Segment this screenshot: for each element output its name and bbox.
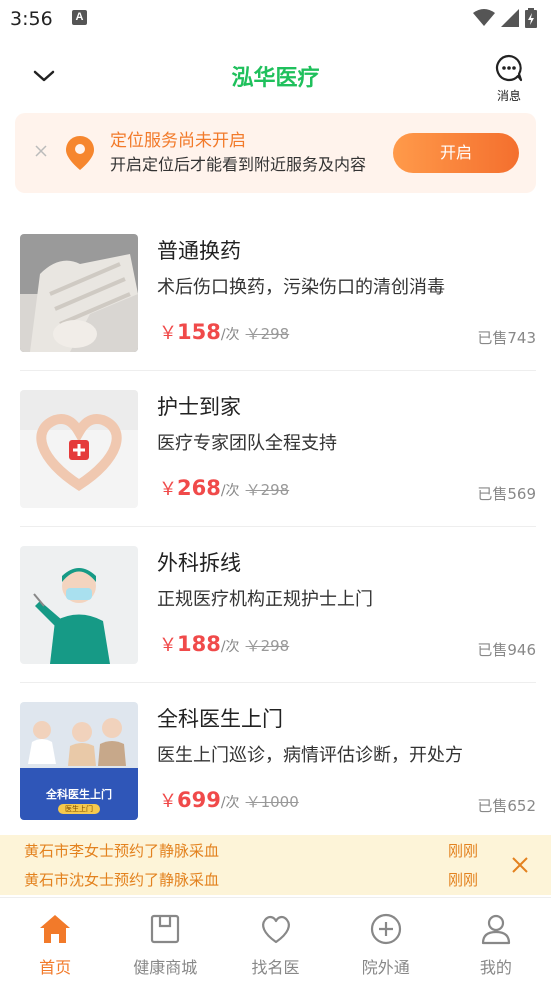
service-title: 全科医生上门 [157, 707, 283, 731]
service-desc: 正规医疗机构正规护士上门 [157, 589, 373, 610]
service-item[interactable]: 普通换药 术后伤口换药，污染伤口的清创消毒 ￥158/次 ￥298 已售743 [20, 215, 536, 371]
original-price: ￥298 [245, 637, 290, 655]
original-price: ￥298 [245, 325, 290, 343]
notice-text: 黄石市沈女士预约了静脉采血 [24, 871, 220, 889]
plus-circle-icon [370, 913, 401, 945]
image-badge: 医生上门 [58, 804, 100, 814]
service-desc: 医疗专家团队全程支持 [157, 433, 337, 454]
home-icon [40, 915, 71, 943]
nurse-photo [20, 546, 138, 664]
location-banner: 定位服务尚未开启 开启定位后才能看到附近服务及内容 开启 [15, 113, 536, 193]
battery-icon [525, 8, 537, 28]
price-unit: /次 [220, 327, 240, 343]
status-time: 3:56 [10, 8, 53, 30]
currency-symbol: ￥ [159, 635, 177, 656]
signal-icon [501, 9, 519, 27]
close-icon[interactable] [33, 143, 49, 159]
price-unit: /次 [220, 795, 240, 811]
notice-time: 刚刚 [448, 871, 479, 889]
currency-symbol: ￥ [159, 323, 177, 344]
service-item[interactable]: 外科拆线 正规医疗机构正规护士上门 ￥188/次 ￥298 已售946 [20, 527, 536, 683]
message-button[interactable]: 消息 [487, 54, 531, 104]
tab-label: 首页 [39, 958, 72, 977]
bandage-photo [20, 234, 138, 352]
status-bar: 3:56 A [0, 0, 551, 38]
price-unit: /次 [220, 483, 240, 499]
notification-icon: A [72, 10, 87, 25]
location-banner-subtitle: 开启定位后才能看到附近服务及内容 [110, 155, 367, 174]
booking-notice-bar: 黄石市李女士预约了静脉采血 刚刚 黄石市沈女士预约了静脉采血 刚刚 [0, 835, 551, 895]
service-price: ￥699/次 ￥1000 [159, 787, 299, 813]
close-icon[interactable] [510, 855, 530, 875]
currency-symbol: ￥ [159, 791, 177, 812]
sold-count: 已售743 [477, 329, 536, 347]
heart-icon [261, 915, 290, 944]
enable-location-button[interactable]: 开启 [393, 133, 519, 173]
tab-label: 找名医 [251, 958, 300, 977]
location-banner-title: 定位服务尚未开启 [110, 131, 246, 151]
price-value: 268 [177, 476, 221, 500]
service-price: ￥188/次 ￥298 [159, 631, 289, 657]
service-list: 普通换药 术后伤口换药，污染伤口的清创消毒 ￥158/次 ￥298 已售743 护… [20, 215, 536, 839]
tab-label: 院外通 [361, 958, 410, 977]
price-value: 188 [177, 632, 221, 656]
message-label: 消息 [496, 89, 521, 103]
page-title: 泓华医疗 [231, 66, 320, 91]
original-price: ￥298 [245, 481, 290, 499]
tab-shop[interactable]: 健康商城 [110, 898, 220, 981]
service-title: 普通换药 [157, 239, 241, 263]
service-item[interactable]: 全科医生上门 医生上门 全科医生上门 医生上门巡诊，病情评估诊断，开处方 ￥69… [20, 683, 536, 839]
notice-text: 黄石市李女士预约了静脉采血 [24, 842, 220, 860]
service-price: ￥268/次 ￥298 [159, 475, 289, 501]
status-icons [473, 8, 537, 28]
doctor-visit-photo: 全科医生上门 医生上门 [20, 702, 138, 820]
shop-icon [151, 914, 180, 944]
location-pin-icon [66, 136, 94, 170]
service-price: ￥158/次 ￥298 [159, 319, 289, 345]
image-caption: 全科医生上门 [46, 788, 112, 801]
sold-count: 已售569 [477, 485, 536, 503]
price-value: 699 [177, 788, 221, 812]
wifi-icon [473, 9, 495, 26]
price-value: 158 [177, 320, 221, 344]
heart-hands-photo [20, 390, 138, 508]
notice-time: 刚刚 [448, 842, 479, 860]
tab-label: 健康商城 [133, 958, 198, 977]
tab-profile[interactable]: 我的 [441, 898, 551, 981]
service-title: 护士到家 [157, 395, 241, 419]
chat-icon [495, 54, 523, 82]
tab-label: 我的 [479, 958, 512, 977]
currency-symbol: ￥ [159, 479, 177, 500]
tab-home[interactable]: 首页 [0, 898, 110, 981]
service-desc: 术后伤口换药，污染伤口的清创消毒 [157, 277, 445, 298]
user-icon [481, 914, 511, 945]
tab-doctors[interactable]: 找名医 [220, 898, 330, 981]
service-desc: 医生上门巡诊，病情评估诊断，开处方 [157, 745, 463, 766]
nav-bar: 泓华医疗 消息 [0, 44, 551, 106]
original-price: ￥1000 [245, 793, 299, 811]
sold-count: 已售652 [477, 797, 536, 815]
tab-bar: 首页 健康商城 找名医 院外通 我的 [0, 897, 551, 981]
sold-count: 已售946 [477, 641, 536, 659]
price-unit: /次 [220, 639, 240, 655]
tab-outpatient[interactable]: 院外通 [331, 898, 441, 981]
service-title: 外科拆线 [157, 551, 241, 575]
service-item[interactable]: 护士到家 医疗专家团队全程支持 ￥268/次 ￥298 已售569 [20, 371, 536, 527]
